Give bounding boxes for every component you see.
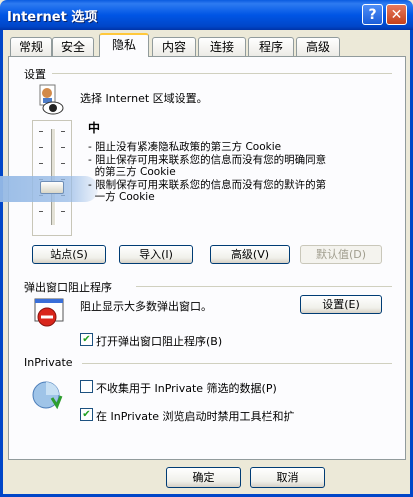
help-button[interactable]: ?: [362, 4, 383, 25]
tab-connections[interactable]: 连接: [198, 37, 246, 56]
inprivate-collect-checkbox[interactable]: [80, 380, 93, 393]
settings-group-label: 设置: [24, 68, 46, 81]
cancel-button[interactable]: 取消: [250, 467, 325, 488]
popup-description: 阻止显示大多数弹出窗口。: [80, 300, 212, 313]
window-frame-left: [0, 30, 3, 497]
privacy-bullet: - 阻止没有紧凑隐私政策的第三方 Cookie: [88, 141, 282, 153]
privacy-bullet: - 阻止保存可用来联系您的信息而没有您的明确同意: [88, 153, 327, 166]
popup-settings-button[interactable]: 设置(E): [300, 295, 382, 314]
advanced-button[interactable]: 高级(V): [210, 245, 290, 264]
close-button[interactable]: ✕: [386, 4, 407, 25]
tab-security[interactable]: 安全: [52, 37, 94, 56]
slider-tick: [39, 131, 43, 132]
slider-tick: [39, 163, 43, 164]
popup-enable-checkbox[interactable]: ✔: [80, 333, 93, 346]
window-title: Internet 选项: [7, 10, 98, 25]
popup-blocker-icon: [33, 297, 67, 329]
popup-group-label: 弹出窗口阻止程序: [24, 281, 112, 294]
slider-tick: [61, 211, 65, 212]
tab-privacy[interactable]: 隐私: [99, 33, 149, 57]
settings-group-divider: [52, 73, 392, 74]
tab-advanced[interactable]: 高级: [296, 37, 340, 56]
tab-content[interactable]: 内容: [152, 37, 196, 56]
slider-tick: [39, 147, 43, 148]
inprivate-collect-label[interactable]: 不收集用于 InPrivate 筛选的数据(P): [96, 380, 277, 396]
ok-button[interactable]: 确定: [166, 467, 241, 488]
settings-heading: 选择 Internet 区域设置。: [80, 92, 208, 105]
slider-tick: [61, 147, 65, 148]
slider-tick: [61, 131, 65, 132]
privacy-bullet: 一方 Cookie: [88, 191, 155, 204]
sites-button[interactable]: 站点(S): [32, 245, 106, 264]
privacy-description: - 阻止没有紧凑隐私政策的第三方 Cookie - 阻止保存可用来联系您的信息而…: [88, 141, 398, 204]
privacy-bullet: - 限制保存可用来联系您的信息而没有您的默许的第: [88, 178, 327, 191]
tab-programs[interactable]: 程序: [248, 37, 294, 56]
slider-thumb[interactable]: [40, 181, 64, 194]
inprivate-icon: [32, 378, 68, 412]
inprivate-disable-checkbox[interactable]: ✔: [80, 408, 93, 421]
inprivate-group-divider: [82, 363, 392, 364]
slider-tick: [39, 211, 43, 212]
tab-general[interactable]: 常规: [10, 37, 52, 56]
popup-group-divider: [136, 286, 392, 287]
globe-eye-icon: [36, 84, 64, 116]
inprivate-disable-label[interactable]: 在 InPrivate 浏览启动时禁用工具栏和扩: [96, 408, 295, 424]
title-bar: Internet 选项 ? ✕: [0, 0, 413, 30]
import-button[interactable]: 导入(I): [119, 245, 193, 264]
slider-tick: [61, 163, 65, 164]
popup-enable-label[interactable]: 打开弹出窗口阻止程序(B): [96, 333, 222, 349]
privacy-bullet: 的第三方 Cookie: [88, 166, 176, 179]
privacy-level: 中: [88, 121, 101, 135]
default-button[interactable]: 默认值(D): [300, 245, 382, 264]
inprivate-group-label: InPrivate: [24, 356, 73, 369]
